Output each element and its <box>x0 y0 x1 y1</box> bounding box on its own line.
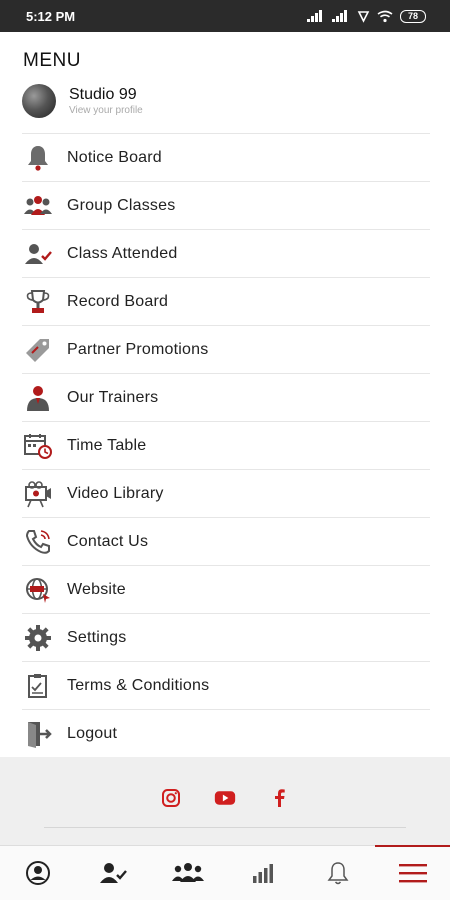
menu-item-label: Our Trainers <box>67 388 159 406</box>
menu-item-notice-board[interactable]: Notice Board <box>22 133 430 181</box>
social-links <box>0 787 450 809</box>
signal-icon <box>307 10 325 22</box>
profile-name: Studio 99 <box>69 86 137 103</box>
menu-item-our-trainers[interactable]: Our Trainers <box>22 373 430 421</box>
video-icon <box>22 478 54 510</box>
menu-item-logout[interactable]: Logout <box>22 709 430 757</box>
menu-item-website[interactable]: Website <box>22 565 430 613</box>
menu-item-group-classes[interactable]: Group Classes <box>22 181 430 229</box>
trainer-icon <box>22 382 54 414</box>
status-time: 5:12 PM <box>26 8 76 24</box>
group-classes-icon <box>171 863 204 882</box>
signal-icon <box>332 10 350 22</box>
menu-title: MENU <box>23 50 81 71</box>
menu-list: Notice Board Group Classes Class Attende… <box>22 133 430 757</box>
menu-item-label: Notice Board <box>67 148 162 166</box>
user-check-icon <box>22 238 54 270</box>
youtube-icon[interactable] <box>214 787 236 809</box>
calendar-clock-icon <box>22 430 54 462</box>
menu-item-label: Group Classes <box>67 196 176 214</box>
menu-item-label: Website <box>67 580 126 598</box>
status-bar: 5:12 PM 78 <box>0 0 450 32</box>
menu-item-label: Logout <box>67 724 118 742</box>
menu-item-record-board[interactable]: Record Board <box>22 277 430 325</box>
menu-item-time-table[interactable]: Time Table <box>22 421 430 469</box>
menu-item-label: Partner Promotions <box>67 340 209 358</box>
menu-item-settings[interactable]: Settings <box>22 613 430 661</box>
trophy-icon <box>22 286 54 318</box>
menu-item-label: Video Library <box>67 484 164 502</box>
profile-link[interactable]: Studio 99 View your profile <box>22 84 430 132</box>
globe-icon <box>22 574 54 606</box>
facebook-icon[interactable] <box>268 787 290 809</box>
tab-stats[interactable] <box>225 846 300 900</box>
status-icons: 78 <box>307 9 426 23</box>
menu-item-label: Settings <box>67 628 127 646</box>
battery-icon: 78 <box>400 9 426 23</box>
gear-icon <box>22 622 54 654</box>
bell-icon <box>22 142 54 174</box>
footer <box>0 757 450 845</box>
footer-divider <box>44 827 406 828</box>
bottom-tab-bar <box>0 845 450 900</box>
menu-item-label: Time Table <box>67 436 147 454</box>
menu-item-label: Terms & Conditions <box>67 676 210 694</box>
menu-item-video-library[interactable]: Video Library <box>22 469 430 517</box>
menu-icon <box>398 864 427 883</box>
menu-item-partner-promotions[interactable]: Partner Promotions <box>22 325 430 373</box>
group-icon <box>22 190 54 222</box>
data-saver-icon <box>357 10 370 23</box>
profile-subtitle: View your profile <box>69 105 143 116</box>
tab-group-classes[interactable] <box>150 846 225 900</box>
menu-item-label: Record Board <box>67 292 169 310</box>
menu-item-class-attended[interactable]: Class Attended <box>22 229 430 277</box>
menu-item-terms-conditions[interactable]: Terms & Conditions <box>22 661 430 709</box>
avatar <box>22 84 56 118</box>
profile-icon <box>25 861 50 885</box>
class-attended-icon <box>99 863 127 883</box>
logout-icon <box>22 718 54 750</box>
tab-profile[interactable] <box>0 846 75 900</box>
menu-item-contact-us[interactable]: Contact Us <box>22 517 430 565</box>
menu-item-label: Contact Us <box>67 532 149 550</box>
tab-notifications[interactable] <box>300 846 375 900</box>
instagram-icon[interactable] <box>160 787 182 809</box>
stats-icon <box>252 864 273 883</box>
notification-icon <box>327 862 348 885</box>
menu-item-label: Class Attended <box>67 244 178 262</box>
clipboard-icon <box>22 670 54 702</box>
tab-class-attended[interactable] <box>75 846 150 900</box>
tab-menu[interactable] <box>375 845 450 900</box>
phone-icon <box>22 526 54 558</box>
wifi-icon <box>377 10 393 22</box>
tag-icon <box>22 334 54 366</box>
